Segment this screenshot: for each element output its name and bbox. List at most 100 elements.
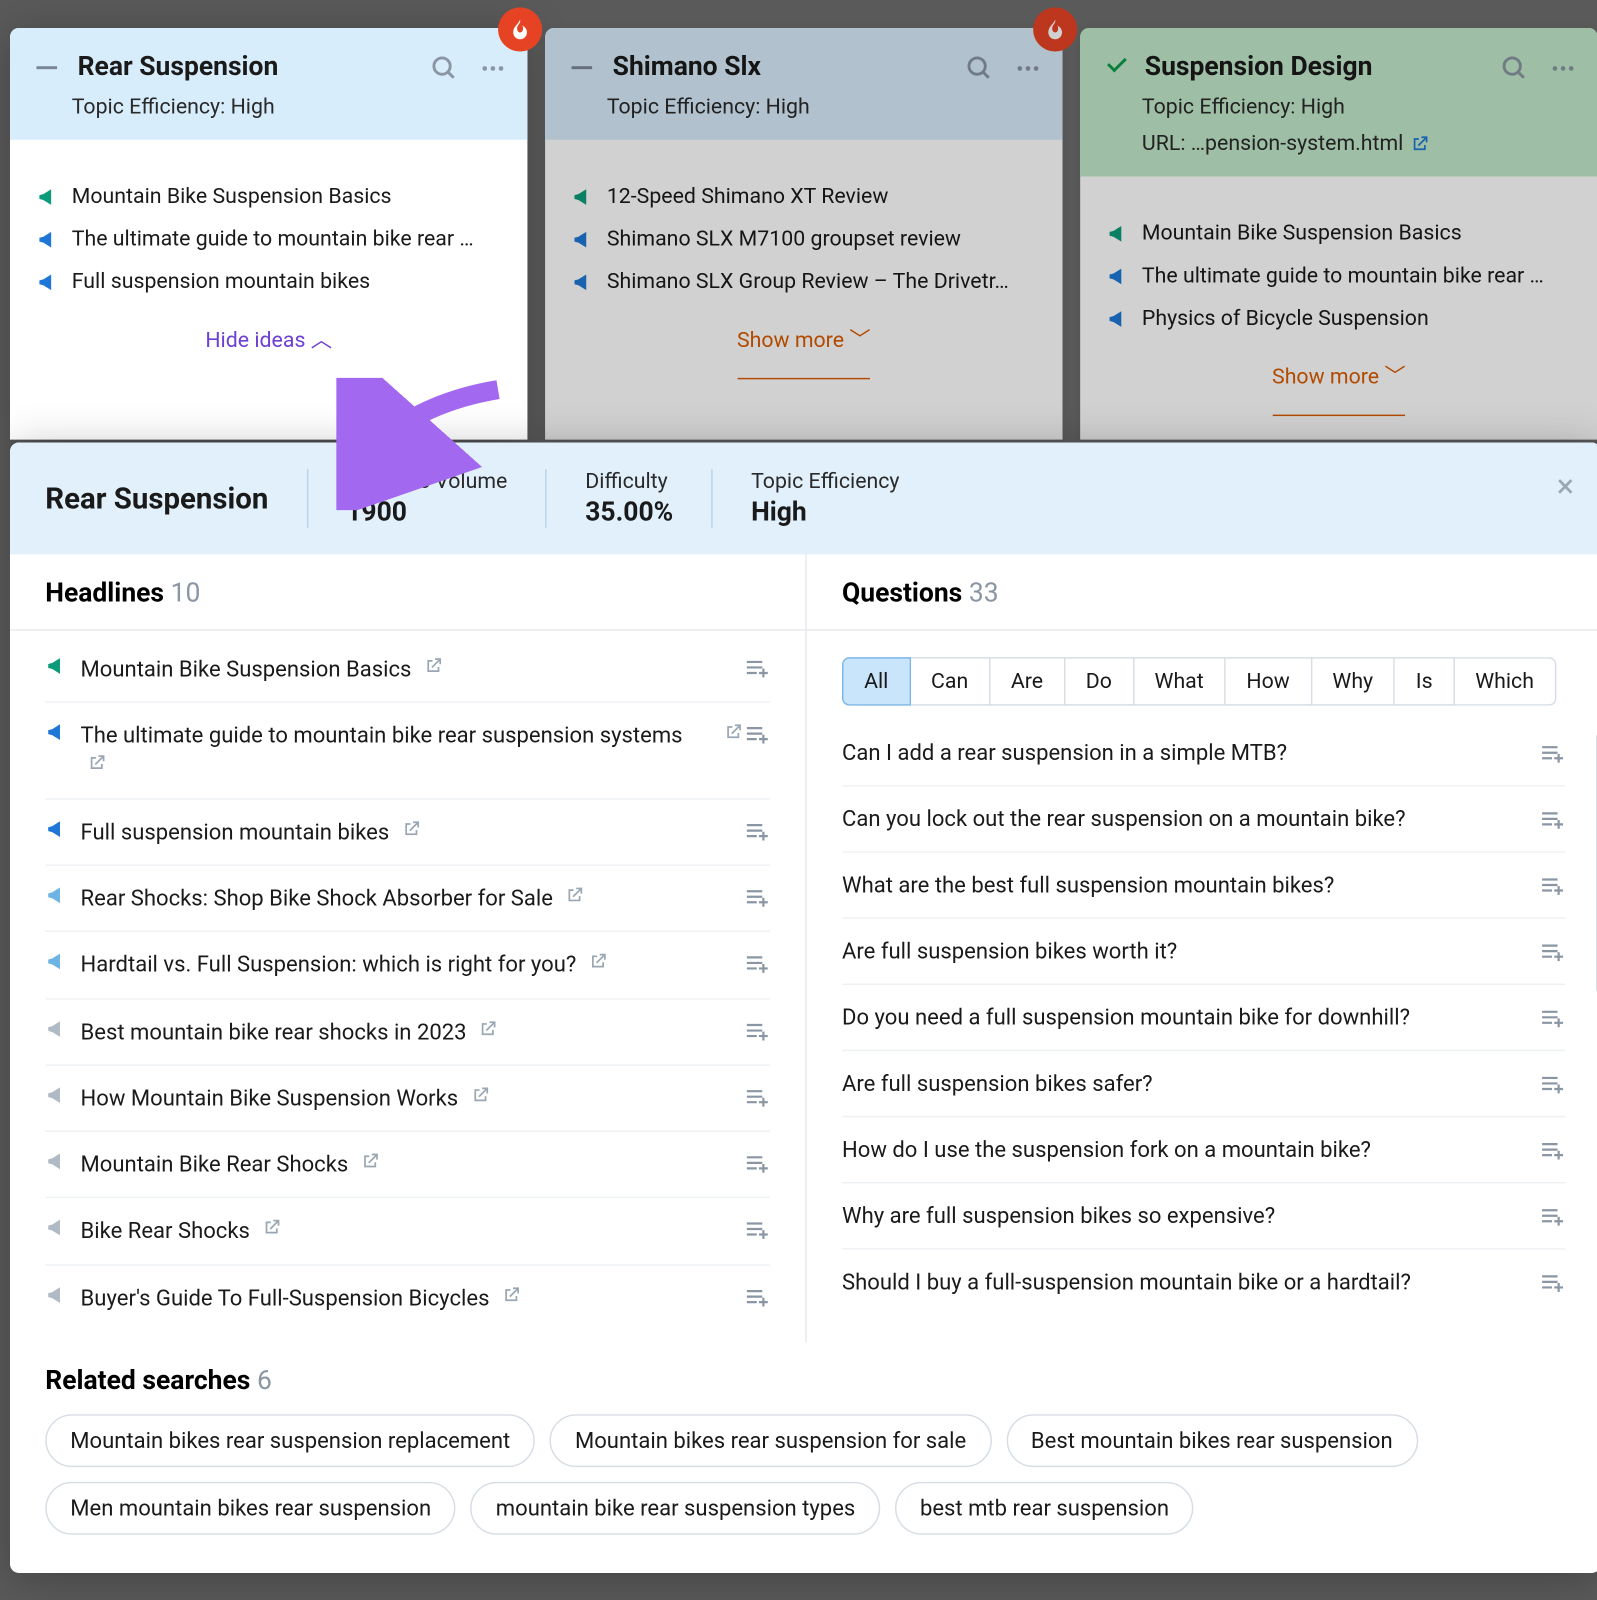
idea-item[interactable]: 12-Speed Shimano XT Review (572, 175, 1037, 218)
show-more-toggle[interactable]: Show more ﹀ (737, 323, 871, 379)
idea-item[interactable]: Physics of Bicycle Suspension (1107, 297, 1572, 340)
hide-ideas-toggle[interactable]: Hide ideas ︿ (10, 323, 527, 377)
chevron-up-icon: ︿ (311, 328, 332, 353)
question-row[interactable]: How do I use the suspension fork on a mo… (842, 1117, 1565, 1183)
add-to-list-icon[interactable] (744, 817, 770, 843)
idea-item[interactable]: Full suspension mountain bikes (36, 260, 501, 303)
related-chip[interactable]: mountain bike rear suspension types (471, 1481, 880, 1534)
search-icon[interactable] (966, 54, 994, 88)
question-row[interactable]: Are full suspension bikes worth it? (842, 919, 1565, 985)
search-icon[interactable] (430, 54, 458, 88)
headline-row[interactable]: Bike Rear Shocks (45, 1198, 770, 1265)
filter-do[interactable]: Do (1065, 657, 1134, 706)
external-link-icon[interactable] (401, 817, 422, 847)
question-row[interactable]: Do you need a full suspension mountain b… (842, 985, 1565, 1051)
related-chip[interactable]: best mtb rear suspension (895, 1481, 1194, 1534)
related-chip[interactable]: Mountain bikes rear suspension for sale (550, 1414, 991, 1467)
card-title: Rear Suspension (78, 52, 279, 83)
add-to-list-icon[interactable] (744, 1017, 770, 1043)
card-ideas: Mountain Bike Suspension Basics The ulti… (10, 140, 527, 324)
headline-text: Best mountain bike rear shocks in 2023 (69, 1017, 744, 1047)
external-link-icon[interactable] (501, 1283, 522, 1313)
external-link-icon[interactable] (360, 1150, 381, 1180)
megaphone-icon (45, 1083, 69, 1107)
question-row[interactable]: What are the best full suspension mounta… (842, 853, 1565, 919)
add-to-list-icon[interactable] (1539, 938, 1565, 964)
idea-item[interactable]: Shimano SLX M7100 groupset review (572, 218, 1037, 261)
idea-item[interactable]: Mountain Bike Suspension Basics (36, 175, 501, 218)
external-link-icon[interactable] (588, 950, 609, 980)
external-link-icon[interactable] (723, 721, 744, 749)
question-row[interactable]: Are full suspension bikes safer? (842, 1051, 1565, 1117)
question-row[interactable]: Why are full suspension bikes so expensi… (842, 1183, 1565, 1249)
more-icon[interactable] (479, 54, 507, 88)
add-to-list-icon[interactable] (1539, 1070, 1565, 1096)
external-link-icon[interactable] (478, 1017, 499, 1047)
external-link-icon[interactable] (86, 751, 107, 781)
add-to-list-icon[interactable] (744, 1283, 770, 1309)
megaphone-icon (45, 1216, 69, 1240)
add-to-list-icon[interactable] (744, 721, 770, 747)
headline-row[interactable]: Rear Shocks: Shop Bike Shock Absorber fo… (45, 866, 770, 933)
filter-are[interactable]: Are (990, 657, 1065, 706)
related-chip[interactable]: Mountain bikes rear suspension replaceme… (45, 1414, 535, 1467)
idea-item[interactable]: The ultimate guide to mountain bike rear… (1107, 254, 1572, 297)
headline-row[interactable]: Hardtail vs. Full Suspension: which is r… (45, 932, 770, 999)
card-rear-suspension[interactable]: Rear Suspension Topic Efficiency: High M… (10, 28, 527, 440)
card-suspension-design[interactable]: Suspension Design Topic Efficiency: High… (1080, 28, 1597, 440)
headline-row[interactable]: The ultimate guide to mountain bike rear… (45, 703, 770, 799)
add-to-list-icon[interactable] (744, 1216, 770, 1242)
add-to-list-icon[interactable] (744, 654, 770, 680)
external-link-icon[interactable] (564, 884, 585, 914)
external-link-icon[interactable] (470, 1083, 491, 1113)
filter-how[interactable]: How (1226, 657, 1312, 706)
headline-row[interactable]: Buyer's Guide To Full-Suspension Bicycle… (45, 1265, 770, 1330)
headline-row[interactable]: Mountain Bike Rear Shocks (45, 1132, 770, 1199)
add-to-list-icon[interactable] (1539, 1136, 1565, 1162)
collapse-icon[interactable] (572, 66, 593, 69)
filter-can[interactable]: Can (910, 657, 990, 706)
related-searches: Related searches 6 Mountain bikes rear s… (10, 1342, 1597, 1573)
related-chip[interactable]: Best mountain bikes rear suspension (1006, 1414, 1418, 1467)
megaphone-icon (45, 817, 69, 841)
headline-row[interactable]: Full suspension mountain bikes (45, 799, 770, 866)
card-url[interactable]: URL: …pension-system.html (1107, 131, 1572, 156)
headline-row[interactable]: Mountain Bike Suspension Basics (45, 637, 770, 704)
related-chip[interactable]: Men mountain bikes rear suspension (45, 1481, 456, 1534)
collapse-icon[interactable] (36, 66, 57, 69)
external-link-icon[interactable] (261, 1216, 282, 1246)
add-to-list-icon[interactable] (744, 950, 770, 976)
filter-is[interactable]: Is (1395, 657, 1454, 706)
add-to-list-icon[interactable] (744, 884, 770, 910)
add-to-list-icon[interactable] (1539, 1004, 1565, 1030)
stat-value: 35.00% (585, 497, 673, 528)
add-to-list-icon[interactable] (1539, 1203, 1565, 1229)
filter-which[interactable]: Which (1455, 657, 1556, 706)
question-text: Can you lock out the rear suspension on … (842, 806, 1406, 832)
external-link-icon[interactable] (423, 654, 444, 684)
add-to-list-icon[interactable] (1539, 806, 1565, 832)
add-to-list-icon[interactable] (744, 1083, 770, 1109)
add-to-list-icon[interactable] (1539, 872, 1565, 898)
question-row[interactable]: Should I buy a full-suspension mountain … (842, 1250, 1565, 1315)
idea-item[interactable]: Mountain Bike Suspension Basics (1107, 212, 1572, 255)
question-row[interactable]: Can you lock out the rear suspension on … (842, 787, 1565, 853)
filter-why[interactable]: Why (1312, 657, 1395, 706)
idea-item[interactable]: Shimano SLX Group Review – The Drivetr… (572, 260, 1037, 303)
add-to-list-icon[interactable] (1539, 739, 1565, 765)
search-icon[interactable] (1501, 54, 1529, 88)
add-to-list-icon[interactable] (1539, 1269, 1565, 1295)
more-icon[interactable] (1549, 54, 1577, 88)
add-to-list-icon[interactable] (744, 1150, 770, 1176)
check-icon (1107, 56, 1128, 77)
headline-row[interactable]: How Mountain Bike Suspension Works (45, 1065, 770, 1132)
filter-all[interactable]: All (842, 657, 910, 706)
more-icon[interactable] (1014, 54, 1042, 88)
question-row[interactable]: Can I add a rear suspension in a simple … (842, 720, 1565, 786)
headline-row[interactable]: Best mountain bike rear shocks in 2023 (45, 999, 770, 1066)
close-icon[interactable]: × (1557, 469, 1574, 506)
show-more-toggle[interactable]: Show more ﹀ (1272, 360, 1406, 416)
idea-item[interactable]: The ultimate guide to mountain bike rear… (36, 218, 501, 261)
card-shimano-slx[interactable]: Shimano Slx Topic Efficiency: High 12-Sp… (545, 28, 1062, 440)
filter-what[interactable]: What (1134, 657, 1226, 706)
